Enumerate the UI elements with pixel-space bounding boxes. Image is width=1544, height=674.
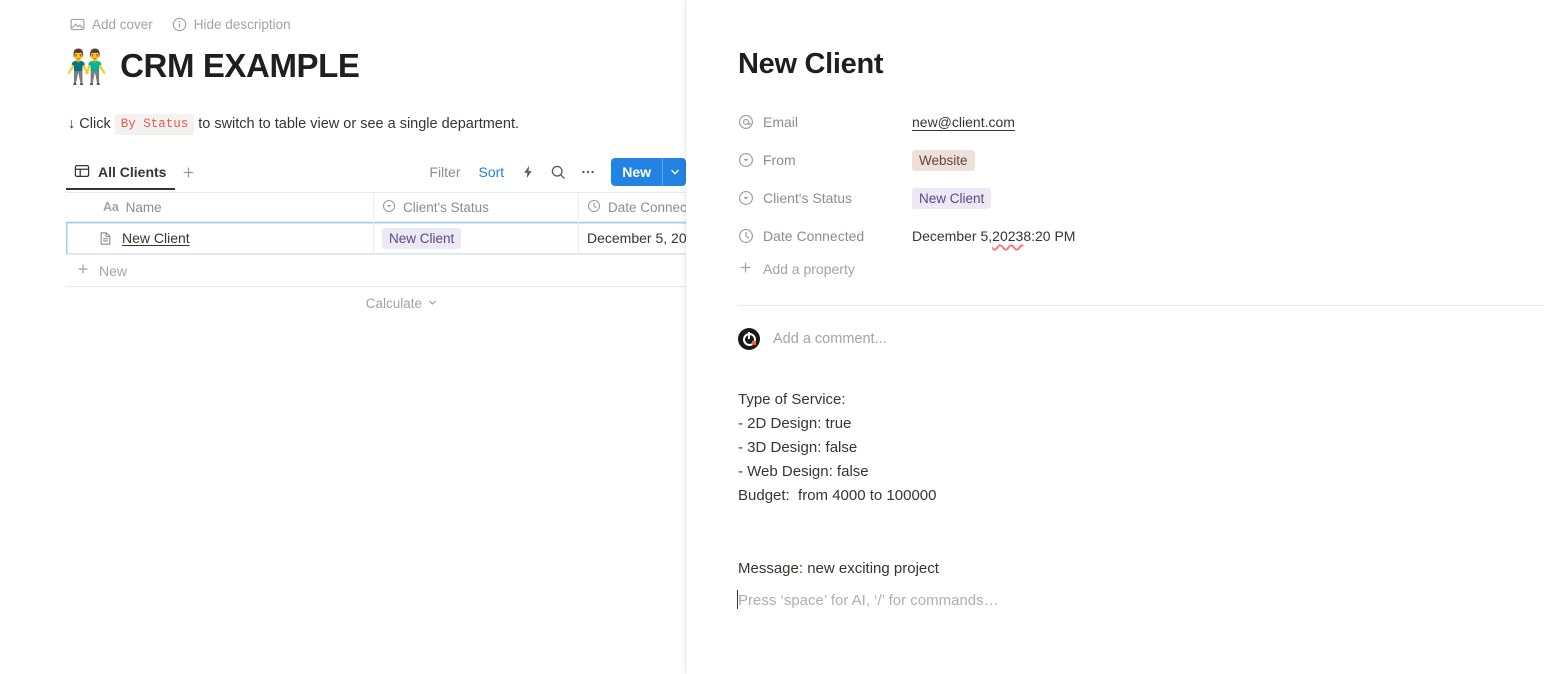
search-icon[interactable]	[543, 158, 573, 186]
clock-icon	[587, 199, 601, 216]
tab-all-clients-label: All Clients	[98, 164, 167, 180]
property-from-value[interactable]: Website	[912, 149, 975, 171]
add-view-button[interactable]	[181, 165, 196, 180]
date-post: 8:20 PM	[1023, 228, 1076, 244]
column-header-status-label: Client's Status	[403, 199, 489, 215]
page-title[interactable]: CRM EXAMPLE	[120, 47, 360, 85]
table-row[interactable]: New Client New Client December 5, 20	[66, 222, 686, 255]
database-page: Add cover Hide description 👬 CRM EXAMPLE…	[0, 0, 686, 674]
page-description: ↓ Click By Status to switch to table vie…	[68, 114, 519, 135]
plus-icon	[76, 262, 90, 279]
record-body-message[interactable]: Message: new exciting project	[738, 557, 939, 581]
table-icon	[74, 163, 90, 182]
table-header-row: Aa Name Client's Status Date Connec	[66, 192, 686, 222]
add-property-button[interactable]: Add a property	[738, 260, 1478, 278]
app-screen: Add cover Hide description 👬 CRM EXAMPLE…	[0, 0, 1544, 674]
status-badge: New Client	[912, 187, 992, 209]
plus-icon	[738, 260, 753, 278]
new-button[interactable]: New	[611, 158, 686, 186]
comment-composer[interactable]: Add a comment...	[738, 328, 887, 350]
page-emoji-icon[interactable]: 👬	[66, 50, 107, 83]
cell-date[interactable]: December 5, 20	[579, 222, 686, 255]
by-status-code-badge[interactable]: By Status	[114, 114, 195, 135]
image-icon	[70, 17, 85, 32]
property-date: Date Connected December 5, 2023 8:20 PM	[738, 222, 1478, 250]
column-header-name[interactable]: Aa Name	[66, 193, 374, 221]
select-icon	[738, 152, 754, 168]
clock-icon	[738, 228, 754, 244]
page-action-bar: Add cover Hide description	[70, 17, 291, 32]
add-row-label: New	[99, 262, 128, 279]
property-status-label-group[interactable]: Client's Status	[738, 190, 912, 206]
property-date-label-group[interactable]: Date Connected	[738, 228, 912, 244]
database-toolbar: All Clients Filter Sort New	[66, 154, 686, 190]
property-email-label-group[interactable]: Email	[738, 114, 912, 130]
cell-status[interactable]: New Client	[374, 222, 579, 255]
select-icon	[382, 199, 396, 216]
column-header-status[interactable]: Client's Status	[374, 193, 579, 221]
chevron-down-icon[interactable]	[662, 158, 686, 186]
from-badge: Website	[912, 149, 975, 171]
add-cover-button[interactable]: Add cover	[70, 17, 153, 32]
add-cover-label: Add cover	[92, 17, 153, 32]
property-email: Email new@client.com	[738, 108, 1478, 136]
property-status-value[interactable]: New Client	[912, 187, 992, 209]
ellipsis-icon[interactable]	[573, 158, 603, 186]
cell-name[interactable]: New Client	[66, 222, 374, 255]
property-from-label-group[interactable]: From	[738, 152, 912, 168]
calculate-label: Calculate	[365, 296, 422, 311]
description-after: to switch to table view or see a single …	[198, 116, 519, 133]
sort-button[interactable]: Sort	[470, 159, 514, 185]
calculate-button[interactable]: Calculate	[366, 296, 438, 311]
date-year-misspelled: 2023	[992, 228, 1024, 244]
new-button-label: New	[622, 164, 651, 180]
at-icon	[738, 114, 754, 130]
info-icon	[172, 17, 187, 32]
property-date-value[interactable]: December 5, 2023 8:20 PM	[912, 228, 1075, 244]
page-icon	[98, 231, 113, 246]
add-property-label: Add a property	[763, 261, 855, 277]
record-body-placeholder[interactable]: Press ‘space’ for AI, ‘/’ for commands…	[738, 589, 999, 613]
panel-divider	[738, 305, 1544, 306]
record-title[interactable]: New Client	[738, 48, 884, 81]
clients-table: Aa Name Client's Status Date Connec New …	[66, 192, 686, 320]
record-peek-panel: New Client Email new@client.com From Web…	[686, 0, 1544, 674]
text-aa-icon: Aa	[103, 200, 119, 214]
hide-description-button[interactable]: Hide description	[172, 17, 291, 32]
select-icon	[738, 190, 754, 206]
description-before: ↓ Click	[68, 116, 111, 133]
lightning-icon[interactable]	[513, 158, 543, 186]
property-from-label: From	[763, 152, 796, 168]
column-header-date-label: Date Connec	[608, 199, 686, 215]
chevron-down-icon	[427, 296, 438, 311]
column-header-date[interactable]: Date Connec	[579, 193, 686, 221]
tab-all-clients[interactable]: All Clients	[66, 154, 176, 190]
toolbar-actions: Filter Sort New	[420, 158, 686, 186]
hide-description-label: Hide description	[193, 17, 291, 32]
property-from: From Website	[738, 146, 1478, 174]
email-link[interactable]: new@client.com	[912, 114, 1015, 130]
date-pre: December 5,	[912, 228, 993, 244]
table-footer: Calculate	[66, 287, 686, 320]
property-status-label: Client's Status	[763, 190, 853, 206]
filter-button[interactable]: Filter	[420, 159, 469, 185]
property-list: Email new@client.com From Website Client…	[738, 108, 1478, 278]
add-row-button[interactable]: New	[66, 255, 686, 287]
page-title-row: 👬 CRM EXAMPLE	[66, 47, 360, 85]
comment-input-placeholder[interactable]: Add a comment...	[773, 331, 887, 347]
property-date-label: Date Connected	[763, 228, 865, 244]
property-email-value[interactable]: new@client.com	[912, 114, 1015, 130]
column-header-name-label: Name	[125, 199, 162, 215]
property-email-label: Email	[763, 114, 799, 130]
cell-name-text: New Client	[122, 230, 190, 246]
record-body-text[interactable]: Type of Service: - 2D Design: true - 3D …	[738, 388, 936, 508]
status-badge: New Client	[382, 227, 462, 249]
avatar	[738, 328, 760, 350]
property-status: Client's Status New Client	[738, 184, 1478, 212]
